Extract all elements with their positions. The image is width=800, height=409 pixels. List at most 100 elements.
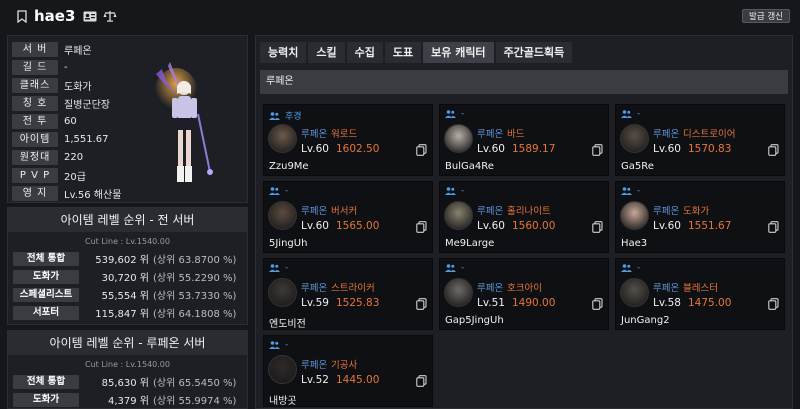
users-icon: [621, 264, 632, 272]
profile-row: 클래스 도화가: [12, 76, 121, 94]
card-tag-text: -: [637, 109, 641, 119]
profile-label: P V P: [12, 167, 58, 183]
id-card-icon[interactable]: [83, 10, 97, 22]
tab-2[interactable]: 수집: [346, 42, 383, 63]
card-name: Hae3: [621, 238, 648, 249]
profile-row: 아이템 1,551.67: [12, 130, 121, 148]
card-item-level: 1570.83: [688, 143, 732, 155]
card-level: Lv.51: [477, 297, 505, 309]
profile-row: 전 투 60: [12, 112, 121, 130]
tab-1[interactable]: 스킬: [308, 42, 345, 63]
card-item-level: 1445.00: [336, 374, 380, 386]
card-tag: -: [269, 186, 288, 196]
card-level: Lv.59: [301, 297, 329, 309]
card-server: 루페온: [301, 206, 328, 217]
copy-icon[interactable]: [416, 221, 427, 233]
rank-title: 아이템 레벨 순위 - 루페온 서버: [8, 331, 247, 355]
character-card[interactable]: - 루페온 호크아이 Lv.51 1490.00 Gap5JingUh: [439, 258, 609, 330]
avatar: [444, 201, 473, 230]
copy-icon[interactable]: [768, 144, 779, 156]
card-tag-text: -: [285, 340, 289, 350]
tab-3[interactable]: 도표: [384, 42, 422, 63]
card-server: 루페온: [477, 206, 504, 217]
profile-label: 전 투: [12, 113, 58, 129]
character-card[interactable]: - 루페온 디스트로이어 Lv.60 1570.83 Ga5Re: [615, 104, 785, 176]
copy-icon[interactable]: [768, 298, 779, 310]
characters-panel: 능력치 스킬 수집 도표 보유 캐릭터 주간골드획득 루페온 후경 루페온 워로드 Lv.60 1…: [255, 35, 793, 409]
card-item-level: 1525.83: [336, 297, 380, 309]
character-portrait: [148, 54, 228, 194]
avatar: [268, 355, 297, 384]
card-class: 버서커: [331, 206, 358, 217]
character-card[interactable]: - 루페온 버서커 Lv.60 1565.00 5JingUh: [263, 181, 433, 253]
character-card[interactable]: - 루페온 바드 Lv.60 1589.17 BulGa4Re: [439, 104, 609, 176]
tab-5[interactable]: 주간골드획득: [495, 42, 573, 63]
header: hae3 발급 갱신: [0, 0, 800, 32]
copy-icon[interactable]: [592, 221, 603, 233]
tab-0[interactable]: 능력치: [260, 42, 307, 63]
card-item-level: 1551.67: [688, 220, 732, 232]
card-server: 루페온: [653, 283, 680, 294]
rank-row: 스페셜리스트 55,554 위 (상위 53.7330 %): [8, 286, 247, 303]
rank-percentile: (상위 63.8700 %): [153, 255, 237, 266]
profile-value: 1,551.67: [64, 133, 109, 145]
card-level: Lv.58: [653, 297, 681, 309]
card-class: 블레스터: [683, 283, 718, 294]
rank-number: 55,554 위: [101, 291, 149, 302]
character-card[interactable]: - 루페온 블레스터 Lv.58 1475.00 JunGang2: [615, 258, 785, 330]
card-server: 루페온: [477, 129, 504, 140]
users-icon: [445, 110, 456, 118]
tab-bar: 능력치 스킬 수집 도표 보유 캐릭터 주간골드획득: [260, 42, 574, 63]
card-level: Lv.60: [477, 220, 505, 232]
avatar: [268, 278, 297, 307]
card-name: Gap5JingUh: [445, 315, 504, 326]
profile-row: 원정대 220: [12, 148, 121, 166]
bookmark-icon[interactable]: [16, 9, 28, 23]
profile-row: 영 지 Lv.56 해산물: [12, 184, 121, 202]
copy-icon[interactable]: [416, 298, 427, 310]
users-icon: [269, 341, 280, 349]
rank-label: 전체 통합: [13, 251, 79, 266]
rank-number: 539,602 위: [95, 255, 149, 266]
card-class: 바드: [507, 129, 525, 140]
character-card[interactable]: - 루페온 홀리나이트 Lv.60 1560.00 Me9Large: [439, 181, 609, 253]
card-tag-text: -: [461, 263, 465, 273]
profile-value: 질병군단장: [64, 99, 110, 111]
users-icon: [269, 111, 280, 120]
character-card[interactable]: - 루페온 기공사 Lv.52 1445.00 내방곳: [263, 335, 433, 407]
rank-row: 도화가 30,720 위 (상위 55.2290 %): [8, 268, 247, 285]
profile-label: 원정대: [12, 149, 58, 165]
refresh-button[interactable]: 발급 갱신: [742, 9, 790, 23]
card-class: 도화가: [683, 206, 710, 217]
character-card[interactable]: - 루페온 도화가 Lv.60 1551.67 Hae3: [615, 181, 785, 253]
rank-label: 도화가: [13, 392, 79, 407]
profile-info: 서 버 루페온 길 드 - 클래스 도화가 칭 호 질병군단장 전 투 60 아이템 1,551.67…: [12, 40, 121, 202]
card-tag: -: [445, 186, 464, 196]
rank-label: 서포터: [13, 305, 79, 320]
users-icon: [445, 187, 456, 195]
card-tag: -: [445, 263, 464, 273]
copy-icon[interactable]: [592, 144, 603, 156]
scale-icon[interactable]: [103, 10, 117, 22]
card-name: Me9Large: [445, 238, 495, 249]
tab-4[interactable]: 보유 캐릭터: [423, 42, 494, 63]
character-card[interactable]: 후경 루페온 워로드 Lv.60 1602.50 Zzu9Me: [263, 104, 433, 176]
profile-label: 영 지: [12, 185, 58, 201]
avatar: [268, 201, 297, 230]
character-card[interactable]: - 루페온 스트라이커 Lv.59 1525.83 엔도비전: [263, 258, 433, 330]
copy-icon[interactable]: [592, 298, 603, 310]
rank-percentile: (상위 55.2290 %): [153, 273, 237, 284]
card-name: Ga5Re: [621, 161, 654, 172]
card-name: 내방곳: [269, 396, 297, 407]
profile-row: 칭 호 질병군단장: [12, 94, 121, 112]
server-group-header: 루페온: [260, 70, 788, 94]
copy-icon[interactable]: [416, 144, 427, 156]
profile-panel: 서 버 루페온 길 드 - 클래스 도화가 칭 호 질병군단장 전 투 60 아이템 1,551.67…: [7, 35, 248, 203]
character-name: hae3: [34, 7, 76, 25]
copy-icon[interactable]: [768, 221, 779, 233]
profile-row: 서 버 루페온: [12, 40, 121, 58]
card-class: 기공사: [331, 360, 358, 371]
copy-icon[interactable]: [416, 375, 427, 387]
users-icon: [269, 264, 280, 272]
users-icon: [445, 264, 456, 272]
